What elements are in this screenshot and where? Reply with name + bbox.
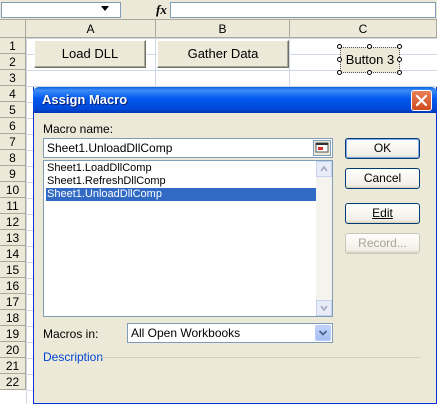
row-header[interactable]: 12 [0,214,26,230]
load-dll-button[interactable]: Load DLL [34,40,146,68]
macros-in-label: Macros in: [43,327,99,341]
dropdown-arrow-icon[interactable] [101,6,109,11]
row-header[interactable]: 21 [0,358,26,374]
row-header[interactable]: 4 [0,86,26,102]
column-header-c[interactable]: C [290,20,437,38]
gather-data-button[interactable]: Gather Data [157,40,289,68]
formula-input[interactable] [170,2,436,18]
column-headers: A B C [0,20,437,38]
row-header[interactable]: 15 [0,262,26,278]
resize-handle[interactable] [397,57,402,62]
macro-name-label: Macro name: [43,122,114,136]
row-header[interactable]: 16 [0,278,26,294]
row-header[interactable]: 1 [0,38,26,54]
resize-handle[interactable] [397,70,402,75]
assign-macro-dialog: Assign Macro Macro name: Sheet1.UnloadDl… [33,87,437,404]
macro-list-item[interactable]: Sheet1.LoadDllComp [46,162,316,175]
record-button: Record... [345,233,420,254]
macro-list-item[interactable]: Sheet1.RefreshDllComp [46,175,316,188]
resize-handle[interactable] [337,44,342,49]
dialog-titlebar[interactable]: Assign Macro [33,87,437,113]
row-header[interactable]: 13 [0,230,26,246]
select-all-corner[interactable] [0,20,26,38]
resize-handle[interactable] [337,57,342,62]
macros-in-value: All Open Workbooks [131,326,241,340]
row-header[interactable]: 19 [0,326,26,342]
formula-bar: fx [0,0,437,20]
row-header[interactable]: 22 [0,374,26,390]
scroll-down-icon[interactable] [316,300,332,316]
resize-handle[interactable] [367,70,372,75]
collapse-dialog-icon [315,142,329,153]
ok-button[interactable]: OK [345,138,420,159]
column-header-b[interactable]: B [156,20,290,38]
macro-list[interactable]: Sheet1.LoadDllComp Sheet1.RefreshDllComp… [43,160,333,317]
chevron-down-icon[interactable] [315,325,331,341]
row-header[interactable]: 20 [0,342,26,358]
scroll-up-icon[interactable] [316,161,332,177]
button3-selection[interactable]: Button 3 [337,44,403,76]
row-header[interactable]: 11 [0,198,26,214]
edit-button[interactable]: Edit [345,203,420,224]
collapse-dialog-button[interactable] [313,140,331,156]
resize-handle[interactable] [397,44,402,49]
row-header[interactable]: 5 [0,102,26,118]
row-header[interactable]: 7 [0,134,26,150]
row-header[interactable]: 9 [0,166,26,182]
description-label: Description [43,350,104,364]
row-header[interactable]: 14 [0,246,26,262]
macro-list-item-selected[interactable]: Sheet1.UnloadDllComp [46,188,316,201]
row-header[interactable]: 2 [0,54,26,70]
row-header[interactable]: 8 [0,150,26,166]
macros-in-select[interactable]: All Open Workbooks [127,323,333,343]
list-scrollbar[interactable] [316,161,332,316]
column-header-a[interactable]: A [26,20,156,38]
resize-handle[interactable] [367,44,372,49]
row-header[interactable]: 17 [0,294,26,310]
row-header[interactable]: 10 [0,182,26,198]
macro-name-input[interactable]: Sheet1.UnloadDllComp [43,138,333,158]
fx-icon[interactable]: fx [156,2,167,18]
close-icon [415,94,428,107]
edit-button-label: Edit [372,206,393,220]
row-header[interactable]: 6 [0,118,26,134]
description-divider [100,357,420,358]
row-headers: 1 2 3 4 5 6 7 8 9 10 11 12 13 14 15 16 17 18 19 20 21 22 [0,38,26,390]
dialog-title: Assign Macro [42,92,128,107]
resize-handle[interactable] [337,70,342,75]
cancel-button[interactable]: Cancel [345,168,420,189]
close-button[interactable] [411,90,432,111]
row-header[interactable]: 3 [0,70,26,86]
row-header[interactable]: 18 [0,310,26,326]
